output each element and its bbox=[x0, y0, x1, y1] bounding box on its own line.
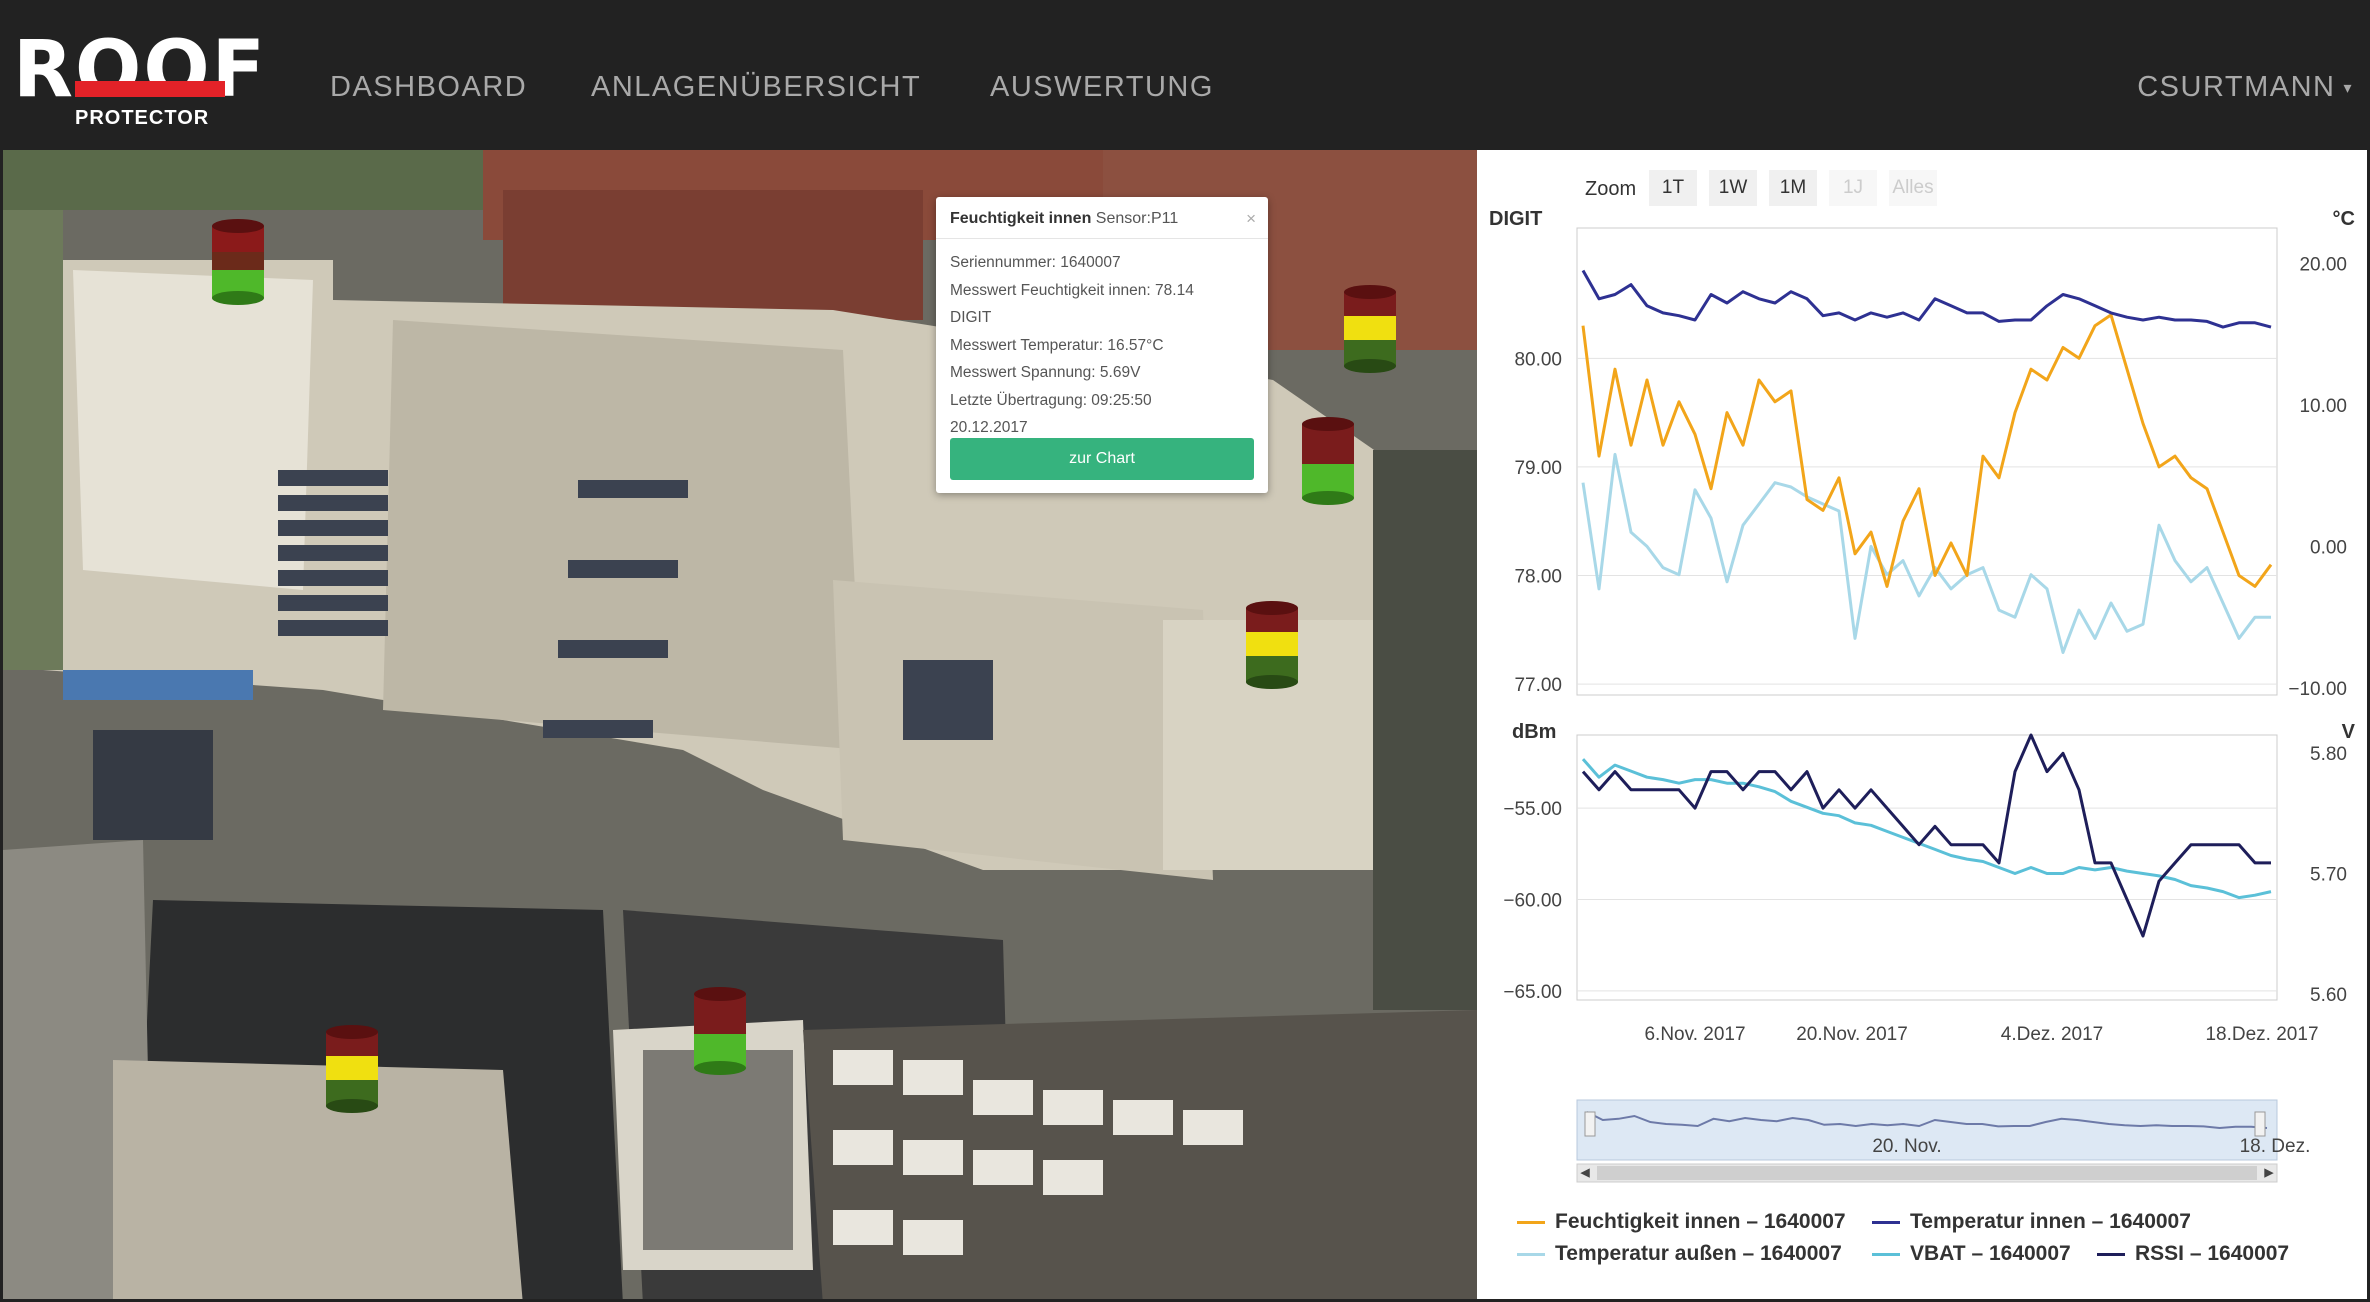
x-tick-label: 18.Dez. 2017 bbox=[2205, 1024, 2318, 1045]
top-navbar: ROOF PROTECTOR DASHBOARD ANLAGENÜBERSICH… bbox=[3, 3, 2367, 150]
series-line-temperatur-aussen bbox=[1581, 452, 2271, 654]
y-axis-title-left: DIGIT bbox=[1489, 208, 1542, 230]
nav-dashboard[interactable]: DASHBOARD bbox=[330, 71, 527, 104]
y-tick-right: 0.00 bbox=[2310, 537, 2347, 558]
y-axis-title-right: °C bbox=[2333, 208, 2355, 230]
to-chart-button[interactable]: zur Chart bbox=[950, 438, 1254, 480]
legend-swatch bbox=[2097, 1252, 2125, 1256]
popup-serial: Seriennummer: 1640007 bbox=[950, 254, 1121, 271]
legend-swatch bbox=[1872, 1220, 1900, 1224]
sensor-yellow-icon bbox=[326, 1025, 378, 1113]
y-tick-left: −60.00 bbox=[1503, 890, 1562, 911]
chart-canvas: 80.00 79.00 78.00 77.00 20.00 10.00 0.00 −10.00… bbox=[1489, 208, 2356, 1183]
navigator-handle-right bbox=[2254, 1111, 2266, 1137]
user-name: CSURTMANN bbox=[2137, 71, 2336, 103]
logo-accent-bar bbox=[75, 81, 225, 97]
scroll-right-icon: ▸ bbox=[2264, 1162, 2274, 1183]
sensor-marker-2[interactable] bbox=[1343, 284, 1397, 374]
sensor-red-green-icon bbox=[694, 987, 746, 1075]
plot-area-top bbox=[1576, 227, 2278, 696]
logo-word: ROOF bbox=[13, 25, 267, 115]
zoom-label: Zoom bbox=[1585, 178, 1637, 200]
navigator-handle-left bbox=[1584, 1111, 1596, 1137]
legend-feuchtigkeit-innen[interactable]: Feuchtigkeit innen – 1640007 bbox=[1517, 1210, 1846, 1234]
navigator-scrollbar-thumb bbox=[1597, 1166, 2257, 1180]
chart-panel: 80.00 79.00 78.00 77.00 20.00 10.00 0.00 −10.00… bbox=[1477, 150, 2367, 1299]
popup-last-transmission: Letzte Übertragung: 09:25:50 bbox=[950, 391, 1152, 409]
sensor-info-popup: Feuchtigkeit innen Sensor:P11 × Seriennu… bbox=[936, 197, 1268, 493]
chevron-down-icon: ▾ bbox=[2343, 80, 2353, 98]
legend-label: VBAT – 1640007 bbox=[1910, 1242, 2071, 1265]
sensor-red-green-icon bbox=[212, 219, 264, 305]
app-window: ROOF PROTECTOR DASHBOARD ANLAGENÜBERSICH… bbox=[0, 0, 2370, 1302]
legend-temperatur-innen[interactable]: Temperatur innen – 1640007 bbox=[1872, 1210, 2191, 1234]
y-tick-right: 5.70 bbox=[2310, 865, 2347, 886]
legend-label: Feuchtigkeit innen – 1640007 bbox=[1555, 1210, 1846, 1233]
legend-swatch bbox=[1517, 1252, 1545, 1256]
sensor-marker-4[interactable] bbox=[1245, 600, 1299, 690]
popup-body: Seriennummer: 1640007 Messwert Feuchtigk… bbox=[936, 239, 1268, 442]
y-tick-left: −55.00 bbox=[1503, 799, 1562, 820]
series-line-vbat bbox=[1581, 758, 2272, 900]
zoom-1j-button[interactable]: 1J bbox=[1829, 170, 1877, 206]
sensor-marker-5[interactable] bbox=[693, 986, 747, 1076]
legend-label: Temperatur außen – 1640007 bbox=[1555, 1242, 1842, 1265]
legend-vbat[interactable]: VBAT – 1640007 bbox=[1872, 1242, 2071, 1266]
popup-temperature: Messwert Temperatur: 16.57°C bbox=[950, 336, 1164, 354]
series-line-temperatur-innen bbox=[1581, 269, 2272, 329]
user-menu[interactable]: CSURTMANN ▾ bbox=[2137, 71, 2353, 104]
y-tick-right: 20.00 bbox=[2299, 254, 2347, 275]
legend-swatch bbox=[1872, 1252, 1900, 1256]
y-tick-right: −10.00 bbox=[2288, 679, 2347, 700]
nav-auswertung[interactable]: AUSWERTUNG bbox=[990, 71, 1214, 104]
zoom-alles-button[interactable]: Alles bbox=[1889, 170, 1937, 206]
close-icon[interactable]: × bbox=[1246, 209, 1256, 229]
y-axis-title-left: dBm bbox=[1512, 721, 1556, 743]
logo-subtitle: PROTECTOR bbox=[75, 107, 210, 129]
legend-label: RSSI – 1640007 bbox=[2135, 1242, 2290, 1265]
legend-temperatur-aussen[interactable]: Temperatur außen – 1640007 bbox=[1517, 1242, 1842, 1266]
popup-header: Feuchtigkeit innen Sensor:P11 × bbox=[936, 197, 1268, 239]
sensor-yellow-icon bbox=[1344, 285, 1396, 373]
navigator-label: 18. Dez. bbox=[2240, 1136, 2311, 1157]
sensor-red-green-icon bbox=[1302, 417, 1354, 505]
x-tick-label: 4.Dez. 2017 bbox=[2001, 1024, 2103, 1045]
x-tick-label: 6.Nov. 2017 bbox=[1644, 1024, 1745, 1045]
y-tick-right: 5.80 bbox=[2310, 744, 2347, 765]
roof-protector-logo[interactable]: ROOF PROTECTOR bbox=[13, 31, 278, 131]
navigator-label: 20. Nov. bbox=[1872, 1136, 1941, 1157]
zoom-1t-button[interactable]: 1T bbox=[1649, 170, 1697, 206]
scroll-left-icon: ◂ bbox=[1580, 1162, 1590, 1183]
zoom-1m-button[interactable]: 1M bbox=[1769, 170, 1817, 206]
y-tick-left: 79.00 bbox=[1514, 458, 1562, 479]
popup-title: Feuchtigkeit innen bbox=[950, 210, 1092, 227]
legend-label: Temperatur innen – 1640007 bbox=[1910, 1210, 2191, 1233]
sensor-marker-3[interactable] bbox=[1301, 416, 1355, 506]
zoom-1w-button[interactable]: 1W bbox=[1709, 170, 1757, 206]
legend-rssi[interactable]: RSSI – 1640007 bbox=[2097, 1242, 2289, 1266]
popup-voltage: Messwert Spannung: 5.69V bbox=[950, 364, 1141, 381]
popup-humidity-unit: DIGIT bbox=[950, 309, 992, 326]
y-tick-left: 78.00 bbox=[1514, 567, 1562, 588]
popup-humidity: Messwert Feuchtigkeit innen: 78.14 bbox=[950, 281, 1194, 299]
sensor-yellow-icon bbox=[1246, 601, 1298, 689]
x-tick-label: 20.Nov. 2017 bbox=[1796, 1024, 1908, 1045]
y-tick-left: 80.00 bbox=[1514, 349, 1562, 370]
sensor-marker-1[interactable] bbox=[211, 218, 265, 306]
legend-swatch bbox=[1517, 1220, 1545, 1224]
y-tick-left: 77.00 bbox=[1514, 675, 1562, 696]
y-tick-right: 10.00 bbox=[2299, 396, 2347, 417]
y-tick-right: 5.60 bbox=[2310, 985, 2347, 1006]
y-tick-left: −65.00 bbox=[1503, 982, 1562, 1003]
y-axis-title-right: V bbox=[2342, 721, 2356, 743]
popup-sensor-id: Sensor:P11 bbox=[1095, 210, 1179, 227]
nav-anlagenuebersicht[interactable]: ANLAGENÜBERSICHT bbox=[591, 71, 921, 104]
sensor-marker-6[interactable] bbox=[325, 1024, 379, 1114]
series-line-rssi bbox=[1581, 733, 2271, 938]
